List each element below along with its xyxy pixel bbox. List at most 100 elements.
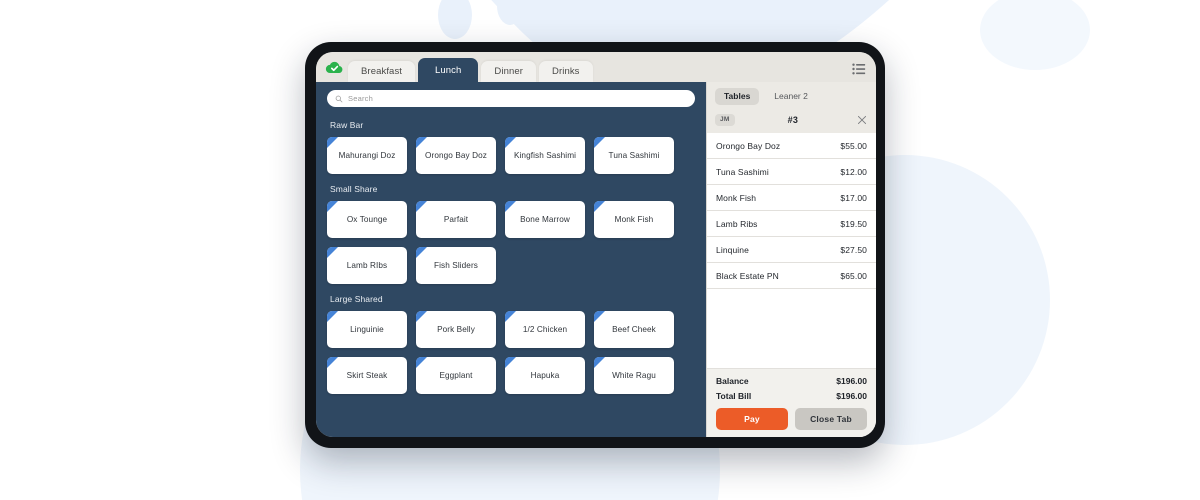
close-tab-button[interactable]: Close Tab bbox=[795, 407, 867, 430]
panel-tab-tables[interactable]: Tables bbox=[715, 88, 760, 105]
corner-flag-icon bbox=[327, 247, 338, 258]
order-action-row: Pay Close Tab bbox=[716, 406, 867, 433]
total-bill-label: Total Bill bbox=[716, 390, 752, 401]
tablet-screen: Breakfast Lunch Dinner Drinks Search Raw… bbox=[316, 52, 876, 437]
menu-item-label: Kingfish Sashimi bbox=[513, 150, 577, 160]
cloud-check-icon[interactable] bbox=[325, 58, 344, 77]
order-item-price: $27.50 bbox=[840, 244, 867, 255]
menu-item-card[interactable]: Monk Fish bbox=[594, 201, 674, 238]
search-icon bbox=[335, 95, 343, 102]
menu-item-card[interactable]: Lamb RIbs bbox=[327, 247, 407, 284]
corner-flag-icon bbox=[505, 311, 516, 322]
menu-item-card[interactable]: Bone Marrow bbox=[505, 201, 585, 238]
menu-item-card[interactable]: Hapuka bbox=[505, 357, 585, 394]
menu-item-label: Ox Tounge bbox=[346, 214, 388, 224]
menu-item-label: Bone Marrow bbox=[520, 214, 570, 224]
order-item-name: Monk Fish bbox=[716, 192, 757, 203]
menu-item-card[interactable]: Linguinie bbox=[327, 311, 407, 348]
corner-flag-icon bbox=[416, 201, 427, 212]
order-item-price: $65.00 bbox=[840, 270, 867, 281]
corner-flag-icon bbox=[594, 201, 605, 212]
corner-flag-icon bbox=[416, 311, 427, 322]
pay-button[interactable]: Pay bbox=[716, 407, 788, 430]
corner-flag-icon bbox=[505, 357, 516, 368]
tablet-device: Breakfast Lunch Dinner Drinks Search Raw… bbox=[305, 42, 885, 448]
corner-flag-icon bbox=[594, 357, 605, 368]
corner-flag-icon bbox=[416, 137, 427, 148]
app-content: Search Raw Bar Mahurangi Doz Orongo Bay … bbox=[316, 82, 876, 437]
corner-flag-icon bbox=[594, 311, 605, 322]
order-panel: Tables Leaner 2 JM #3 Orongo Bay Doz $55… bbox=[706, 82, 876, 437]
tab-lunch[interactable]: Lunch bbox=[418, 57, 479, 82]
corner-flag-icon bbox=[327, 357, 338, 368]
list-menu-icon[interactable] bbox=[852, 63, 866, 75]
menu-item-card[interactable]: Eggplant bbox=[416, 357, 496, 394]
menu-item-label: Hapuka bbox=[530, 370, 560, 380]
order-row[interactable]: Linquine $27.50 bbox=[707, 237, 876, 263]
menu-item-card[interactable]: Mahurangi Doz bbox=[327, 137, 407, 174]
order-totals: Balance $196.00 Total Bill $196.00 Pay C… bbox=[707, 367, 876, 437]
menu-item-label: Mahurangi Doz bbox=[338, 150, 396, 160]
order-row[interactable]: Monk Fish $17.00 bbox=[707, 185, 876, 211]
menu-item-card[interactable]: Parfait bbox=[416, 201, 496, 238]
panel-tab-leaner-2[interactable]: Leaner 2 bbox=[765, 88, 817, 105]
order-row[interactable]: Lamb Ribs $19.50 bbox=[707, 211, 876, 237]
order-item-price: $19.50 bbox=[840, 218, 867, 229]
section-large-shared: Large Shared Linguinie Pork Belly 1/2 Ch… bbox=[327, 294, 695, 394]
menu-item-card[interactable]: Fish Sliders bbox=[416, 247, 496, 284]
section-raw-bar: Raw Bar Mahurangi Doz Orongo Bay Doz Kin… bbox=[327, 120, 695, 174]
order-item-name: Orongo Bay Doz bbox=[716, 140, 781, 151]
menu-item-card[interactable]: Kingfish Sashimi bbox=[505, 137, 585, 174]
corner-flag-icon bbox=[327, 311, 338, 322]
menu-item-card[interactable]: Beef Cheek bbox=[594, 311, 674, 348]
order-item-price: $55.00 bbox=[840, 140, 867, 151]
order-panel-tabstrip: Tables Leaner 2 bbox=[707, 82, 876, 111]
total-bill-row: Total Bill $196.00 bbox=[716, 391, 867, 401]
menu-item-card[interactable]: 1/2 Chicken bbox=[505, 311, 585, 348]
meal-tabstrip: Breakfast Lunch Dinner Drinks bbox=[348, 57, 852, 82]
menu-item-label: Beef Cheek bbox=[612, 324, 656, 334]
section-title: Raw Bar bbox=[330, 120, 364, 130]
search-placeholder: Search bbox=[348, 94, 373, 103]
tab-dinner[interactable]: Dinner bbox=[481, 60, 537, 82]
item-grid: Linguinie Pork Belly 1/2 Chicken Beef Ch… bbox=[327, 311, 695, 394]
section-title: Small Share bbox=[330, 184, 378, 194]
close-icon[interactable] bbox=[857, 115, 867, 125]
menu-item-label: Linguinie bbox=[350, 324, 384, 334]
order-item-price: $17.00 bbox=[840, 192, 867, 203]
order-item-name: Linquine bbox=[716, 244, 749, 255]
order-item-list[interactable]: Orongo Bay Doz $55.00 Tuna Sashimi $12.0… bbox=[707, 133, 876, 368]
order-item-name: Tuna Sashimi bbox=[716, 166, 769, 177]
menu-item-card[interactable]: Skirt Steak bbox=[327, 357, 407, 394]
open-tab-header: JM #3 bbox=[707, 110, 876, 133]
corner-flag-icon bbox=[416, 357, 427, 368]
menu-item-label: Pork Belly bbox=[437, 324, 475, 334]
backdrop-blob-corner bbox=[980, 0, 1090, 70]
order-row[interactable]: Tuna Sashimi $12.00 bbox=[707, 159, 876, 185]
balance-label: Balance bbox=[716, 375, 749, 386]
balance-value: $196.00 bbox=[836, 375, 867, 386]
item-grid: Ox Tounge Parfait Bone Marrow Monk Fish … bbox=[327, 201, 695, 284]
menu-item-card[interactable]: White Ragu bbox=[594, 357, 674, 394]
order-item-price: $12.00 bbox=[840, 166, 867, 177]
menu-item-card[interactable]: Ox Tounge bbox=[327, 201, 407, 238]
order-row[interactable]: Black Estate PN $65.00 bbox=[707, 263, 876, 289]
menu-item-card[interactable]: Pork Belly bbox=[416, 311, 496, 348]
table-number-label: #3 bbox=[787, 114, 799, 125]
tab-drinks[interactable]: Drinks bbox=[539, 60, 593, 82]
menu-item-label: White Ragu bbox=[612, 370, 656, 380]
menu-item-label: Eggplant bbox=[439, 370, 473, 380]
backdrop-dot-a bbox=[438, 0, 472, 39]
corner-flag-icon bbox=[505, 201, 516, 212]
menu-item-card[interactable]: Orongo Bay Doz bbox=[416, 137, 496, 174]
menu-item-label: Orongo Bay Doz bbox=[425, 150, 487, 160]
corner-flag-icon bbox=[327, 137, 338, 148]
corner-flag-icon bbox=[594, 137, 605, 148]
order-row[interactable]: Orongo Bay Doz $55.00 bbox=[707, 133, 876, 159]
menu-catalogue: Search Raw Bar Mahurangi Doz Orongo Bay … bbox=[316, 82, 706, 437]
menu-item-label: Tuna Sashimi bbox=[608, 150, 660, 160]
menu-item-card[interactable]: Tuna Sashimi bbox=[594, 137, 674, 174]
order-item-name: Black Estate PN bbox=[716, 270, 779, 281]
search-input[interactable]: Search bbox=[327, 90, 695, 107]
tab-breakfast[interactable]: Breakfast bbox=[348, 60, 416, 82]
